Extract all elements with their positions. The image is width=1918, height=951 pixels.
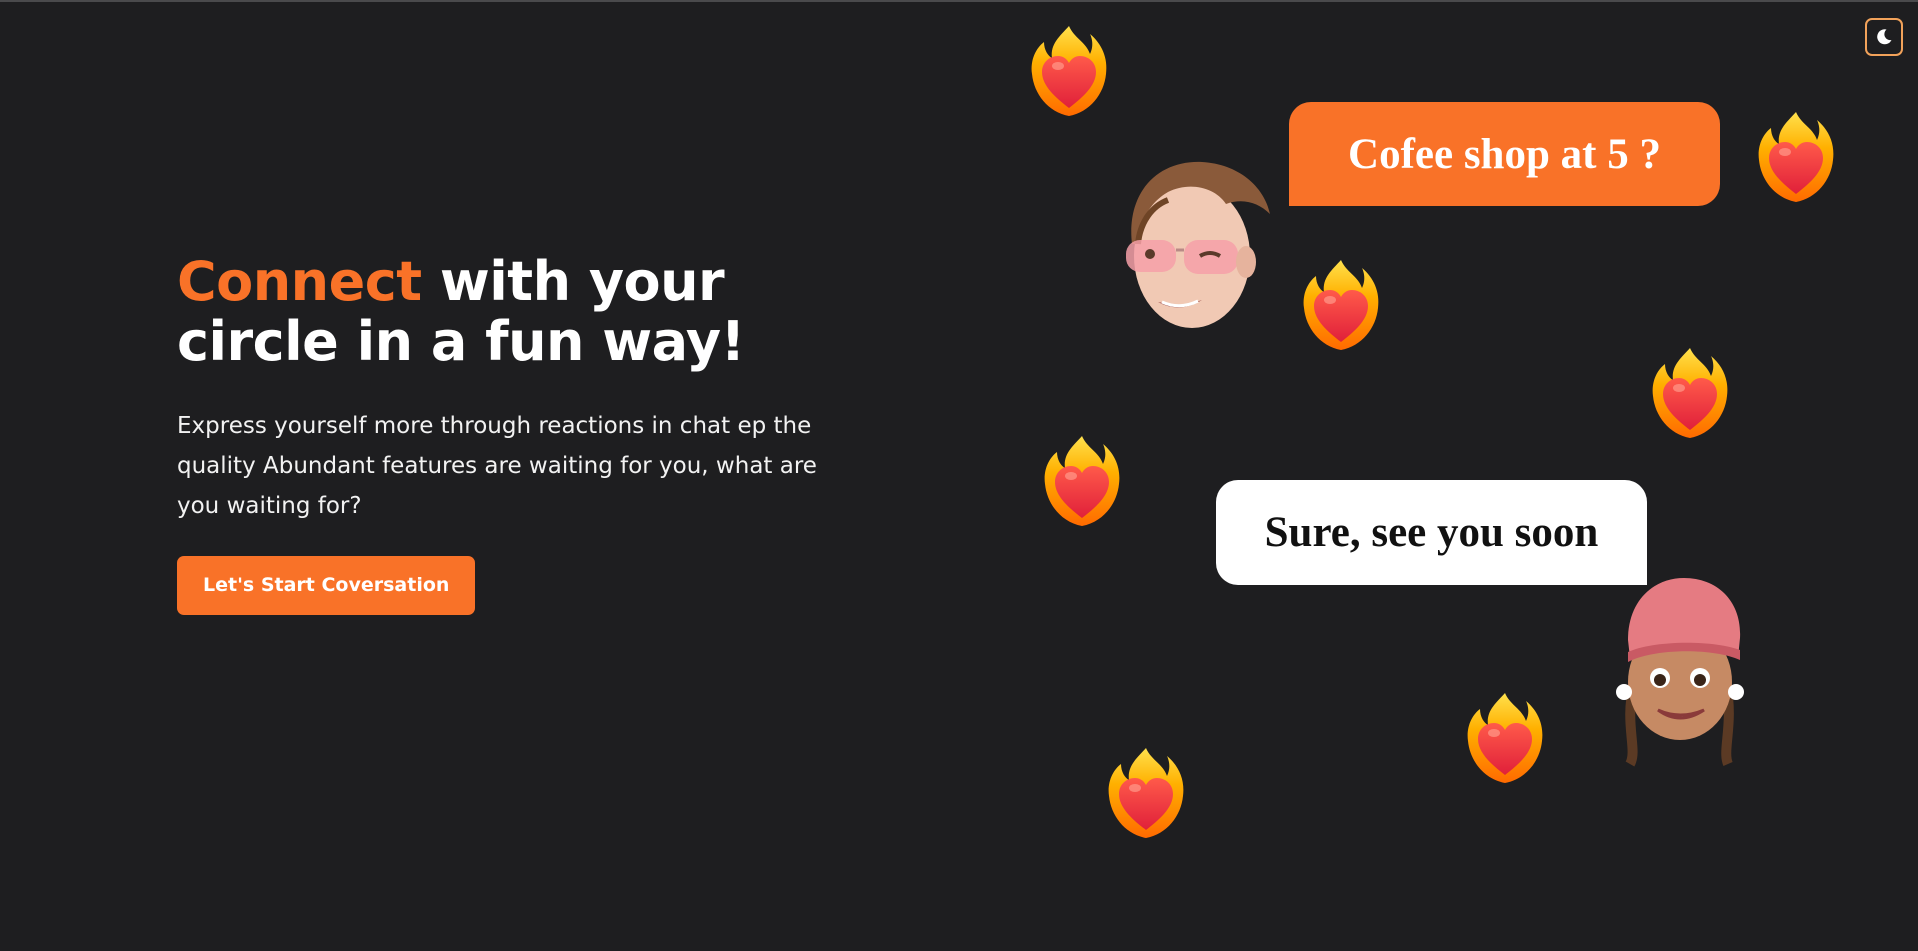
chat-bubble-reply: Sure, see you soon [1216,480,1647,585]
chat-bubble-question: Cofee shop at 5 ? [1289,102,1720,206]
headline-rest: with your [421,250,725,313]
heart-on-fire-icon [1300,258,1382,352]
heart-on-fire-icon [1041,434,1123,528]
heart-on-fire-icon [1755,110,1837,204]
hero-headline: Connect with your circle in a fun way! [177,252,817,372]
heart-on-fire-icon [1105,746,1187,840]
heart-on-fire-icon [1028,24,1110,118]
hero-description: Express yourself more through reactions … [177,413,817,519]
girl-avatar [1616,578,1744,767]
start-conversation-button[interactable]: Let's Start Coversation [177,556,476,615]
heart-on-fire-icon [1649,346,1731,440]
hero-section: Connect with your circle in a fun way! Ex… [177,252,817,615]
moon-icon [1877,29,1892,45]
headline-accent: Connect [177,250,422,313]
boy-avatar [1126,161,1270,328]
theme-toggle-button[interactable] [1865,18,1903,56]
landing-page: Connect with your circle in a fun way! Ex… [0,0,1918,951]
headline-line2: circle in a fun way! [177,310,745,373]
heart-on-fire-icon [1464,691,1546,785]
